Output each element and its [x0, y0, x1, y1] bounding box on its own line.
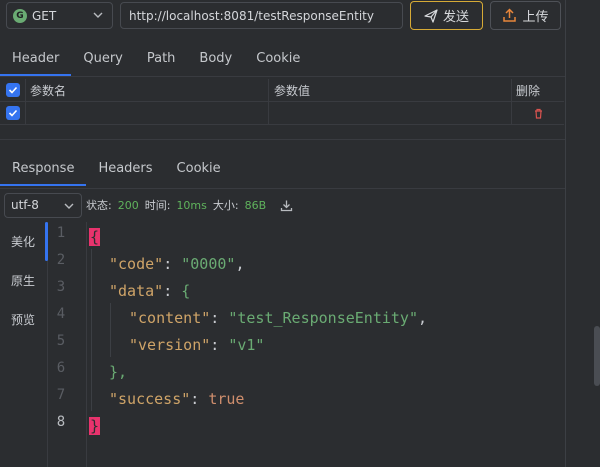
send-label: 发送 [442, 10, 469, 25]
open-brace: { [89, 228, 101, 246]
json-string: "0000" [181, 255, 236, 273]
json-colon: : [210, 336, 229, 354]
method-label: GET [32, 8, 57, 23]
divider [0, 76, 565, 77]
nav-item-pretty[interactable]: 美化 [0, 222, 48, 261]
json-brace: }, [109, 363, 128, 381]
request-tabs: Header Query Path Body Cookie [0, 40, 565, 76]
size-label: 大小: [212, 199, 239, 212]
code-line: "content": "test_ResponseEntity", [129, 305, 427, 332]
json-colon: : [190, 390, 209, 408]
line-number: 6 [56, 360, 66, 376]
code-line: } [89, 413, 101, 440]
status-label: 状态: [86, 199, 112, 212]
trash-icon[interactable] [533, 108, 544, 119]
select-all-checkbox[interactable] [5, 83, 20, 97]
code-line: "data": { [109, 278, 190, 305]
column-header-value: 参数值 [269, 79, 512, 101]
nav-item-preview[interactable]: 预览 [0, 300, 47, 339]
json-comma: , [418, 309, 428, 327]
column-header-name: 参数名 [26, 79, 269, 101]
json-colon: : [163, 255, 182, 273]
nav-item-raw[interactable]: 原生 [0, 261, 47, 300]
line-number: 4 [56, 306, 66, 322]
json-brace: { [181, 282, 191, 300]
right-panel-divider [565, 0, 566, 467]
json-bool: true [208, 390, 245, 408]
time-value: 10ms [176, 198, 207, 212]
column-header-delete: 删除 [516, 83, 541, 98]
tab-headers[interactable]: Headers [86, 150, 164, 186]
close-brace: } [89, 417, 101, 435]
upload-icon [503, 8, 517, 22]
line-number: 5 [56, 333, 66, 349]
code-line: }, [109, 359, 127, 386]
delete-cell [512, 102, 564, 124]
json-key: "success" [109, 390, 191, 408]
response-tabs: Response Headers Cookie [0, 150, 565, 188]
response-editor[interactable]: 1 2 3 4 5 6 7 8 { "code": "0000", "data"… [49, 222, 565, 467]
view-mode-nav: 美化 原生 预览 [0, 222, 48, 467]
send-button[interactable]: 发送 [410, 1, 483, 30]
row-select-cell [0, 102, 26, 124]
response-status-bar: utf-8 状态: 200 时间: 10ms 大小: 86B [0, 192, 565, 218]
line-number-gutter: 1 2 3 4 5 6 7 8 [49, 222, 87, 467]
divider [0, 139, 565, 140]
table-header-row: 参数名 参数值 删除 [0, 79, 564, 102]
encoding-select[interactable]: utf-8 [4, 192, 82, 218]
tab-header[interactable]: Header [0, 40, 72, 76]
check-icon [8, 109, 17, 117]
request-bar: G GET http://localhost:8081/testResponse… [0, 0, 600, 34]
json-code: { "code": "0000", "data": { "content": "… [89, 222, 559, 467]
row-checkbox[interactable] [5, 106, 20, 120]
method-select[interactable]: G GET [6, 2, 113, 29]
indent-guide [110, 303, 111, 357]
encoding-label: utf-8 [11, 198, 39, 212]
indent-guide [91, 249, 92, 411]
method-badge: G [13, 8, 27, 23]
line-number: 1 [56, 225, 66, 241]
status-value: 200 [117, 198, 139, 212]
code-line: "success": true [109, 386, 244, 413]
param-table: 参数名 参数值 删除 [0, 79, 564, 125]
check-icon [8, 86, 17, 94]
json-key: "code" [109, 255, 164, 273]
url-input[interactable]: http://localhost:8081/testResponseEntity [120, 2, 403, 29]
download-icon[interactable] [280, 199, 293, 212]
code-line: { [89, 224, 101, 251]
code-line: "code": "0000", [109, 251, 244, 278]
code-line: "version": "v1" [129, 332, 264, 359]
tab-body[interactable]: Body [187, 40, 244, 76]
json-key: "data" [109, 282, 164, 300]
param-value-input[interactable] [269, 102, 512, 124]
line-number: 2 [56, 252, 66, 268]
json-string: "v1" [228, 336, 265, 354]
time-label: 时间: [144, 199, 171, 212]
select-all-cell [0, 79, 26, 101]
table-row [0, 102, 564, 125]
paper-plane-icon [424, 8, 438, 23]
scrollbar-thumb[interactable] [594, 326, 600, 386]
json-colon: : [210, 309, 229, 327]
line-number: 7 [56, 387, 66, 403]
json-comma: , [235, 255, 245, 273]
chevron-down-icon [64, 203, 74, 209]
json-key: "content" [129, 309, 211, 327]
tab-path[interactable]: Path [135, 40, 188, 76]
json-string: "test_ResponseEntity" [228, 309, 418, 327]
tab-cookie[interactable]: Cookie [244, 40, 312, 76]
divider [0, 188, 565, 189]
tab-query[interactable]: Query [71, 40, 135, 76]
param-name-input[interactable] [26, 102, 269, 124]
size-value: 86B [244, 198, 267, 212]
chevron-down-icon [93, 12, 103, 18]
json-key: "version" [129, 336, 211, 354]
json-colon: : [163, 282, 182, 300]
upload-label: 上传 [522, 10, 549, 25]
line-number: 8 [56, 414, 66, 430]
tab-response-cookie[interactable]: Cookie [165, 150, 233, 186]
tab-response[interactable]: Response [0, 150, 87, 186]
line-number: 3 [56, 279, 66, 295]
upload-button[interactable]: 上传 [490, 1, 561, 30]
